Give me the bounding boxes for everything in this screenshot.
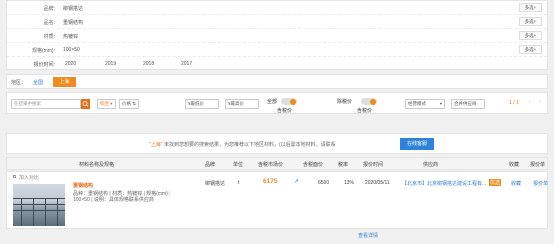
filter-row-spec: 规格(mm): 100×50 多选+ <box>7 43 547 57</box>
col-tax: 税率 <box>338 162 349 168</box>
price-cell: 6175 <box>263 178 278 185</box>
notice-text: "上海" 未找到您想要的搜索结果，为您推荐以下地区材料，(以后需本地材料，请联系 <box>149 141 336 148</box>
filter-label: 规格(mm): <box>31 48 55 54</box>
tax-toggle[interactable] <box>281 98 297 105</box>
prev-page-button[interactable]: ‹ <box>529 99 531 105</box>
toggle-knob <box>290 98 296 105</box>
filter-label: 材质: <box>43 34 55 40</box>
col-quote: 报价单 <box>530 162 546 168</box>
chevron-down-icon: ▾ <box>439 101 442 106</box>
product-name-link[interactable]: 重钢结构 <box>73 182 93 189</box>
mode-select[interactable]: 经营模式 ▾ <box>405 99 445 109</box>
page-indicator: 1 / 1 <box>509 100 519 106</box>
next-page-button[interactable]: › <box>539 99 541 105</box>
excl-tax-label: 除税价 <box>337 99 353 105</box>
sort-arrow-icon: ▾ <box>110 101 113 106</box>
toggle-label: 含税价 <box>277 108 293 114</box>
table-header: 材料名称及规格 品牌 单位 含税市场价 含税面价 税率 报价时间 供应商 收藏 … <box>6 157 548 170</box>
view-more-link[interactable]: 查看详情 <box>358 232 378 239</box>
sort-comprehensive[interactable]: 综合 ▾ <box>97 99 116 109</box>
product-desc: 100×50 | 说明：具体规格联系供应商 <box>73 197 154 203</box>
toggle-label: 含税价 <box>357 108 373 114</box>
unit-cell: t <box>238 180 240 186</box>
notice-city: "上海" <box>149 142 163 148</box>
col-unit: 单位 <box>233 162 244 168</box>
supplier-link[interactable]: 【北京市】北京柳钢搭达建设工程有... <box>402 180 486 187</box>
filter-value[interactable]: 100×50 <box>63 47 80 53</box>
search-toolbar: 在结果中搜索 综合 ▾ 价格 ⇅ ¥最低价 ¥最高价 全部 含税价 除税价 含税… <box>6 92 548 114</box>
multi-select-button[interactable]: 多选+ <box>519 17 542 26</box>
region-all-link[interactable]: 全国 <box>33 79 43 86</box>
filter-row-product: 品名: 重钢结构 多选+ <box>7 15 547 29</box>
col-fav: 收藏 <box>509 162 520 168</box>
notice-bar: "上海" 未找到您想要的搜索结果，为您推荐以下地区材料，(以后需本地材料，请联系… <box>6 133 548 154</box>
year-option[interactable]: 2017 <box>181 61 192 67</box>
filter-row-years: 报价时间: 2020 2019 2018 2017 <box>7 57 547 71</box>
search-input[interactable]: 在结果中搜索 <box>11 99 81 109</box>
filter-value[interactable]: 热镀锌 <box>63 33 78 40</box>
quote-link[interactable]: 报价单 <box>533 180 548 187</box>
face-price-cell: 6500 <box>318 180 330 186</box>
table-row: 加入对比 重钢结构 品种：重钢结构 | 材质：热镀锌 | 规格(mm)： 100… <box>6 171 548 229</box>
multi-select-button[interactable]: 多选+ <box>519 31 542 40</box>
compare-label: 加入对比 <box>19 175 40 181</box>
online-service-button[interactable]: 在线客服 <box>400 138 434 150</box>
filter-value[interactable]: 柳钢搭达 <box>63 5 83 12</box>
product-image[interactable] <box>13 184 65 226</box>
date-cell: 2020/05/11 <box>365 180 390 186</box>
year-option[interactable]: 2018 <box>143 61 154 67</box>
price-min-input[interactable]: ¥最低价 <box>185 99 219 109</box>
col-brand: 品牌 <box>205 162 216 168</box>
filter-row-material: 材质: 热镀锌 多选+ <box>7 29 547 43</box>
multi-select-button[interactable]: 多选+ <box>519 45 542 54</box>
col-date: 报价时间 <box>363 162 384 168</box>
region-bar: 地区： 全国 上海 <box>6 74 548 89</box>
trend-chart-icon[interactable]: ↗ <box>294 178 299 185</box>
col-price: 含税市场价 <box>258 162 284 168</box>
brand-cell: 柳钢搭达 <box>205 181 226 187</box>
region-selected-tag[interactable]: 上海 <box>53 77 76 87</box>
toggle-knob <box>370 98 376 105</box>
compare-checkbox[interactable] <box>13 175 16 178</box>
notice-message: 未找到您想要的搜索结果，为您推荐以下地区材料，(以后需本地材料，请联系 <box>163 142 336 148</box>
tax-toggle-2[interactable] <box>361 98 377 105</box>
search-button[interactable] <box>81 99 90 109</box>
year-option[interactable]: 2020 <box>65 61 76 67</box>
col-name: 材料名称及规格 <box>79 162 115 168</box>
search-icon <box>82 101 89 107</box>
preferred-badge: 优选 <box>489 179 502 186</box>
col-face-price: 含税面价 <box>303 162 324 168</box>
region-label: 地区： <box>11 80 27 86</box>
favorite-link[interactable]: 收藏 <box>511 180 521 187</box>
filter-label: 报价时间: <box>33 62 55 68</box>
filter-value[interactable]: 重钢结构 <box>63 19 83 26</box>
filter-label: 品牌: <box>43 6 55 12</box>
price-max-input[interactable]: ¥最高价 <box>225 99 259 109</box>
multi-select-button[interactable]: 多选+ <box>519 3 542 12</box>
all-label: 全部 <box>267 99 278 105</box>
sort-arrow-icon: ⇅ <box>132 101 137 106</box>
merge-supplier-button[interactable]: 合并供应商 <box>451 99 485 109</box>
filter-panel: 品牌: 柳钢搭达 多选+ 品名: 重钢结构 多选+ 材质: 热镀锌 多选+ 规格… <box>6 0 548 70</box>
filter-row-brand: 品牌: 柳钢搭达 多选+ <box>7 1 547 15</box>
mode-label: 经营模式 <box>408 101 426 106</box>
col-supplier: 供应商 <box>423 162 439 168</box>
year-option[interactable]: 2019 <box>105 61 116 67</box>
sort-label: 价格 <box>122 101 131 106</box>
sort-price[interactable]: 价格 ⇅ <box>119 99 140 109</box>
filter-label: 品名: <box>43 20 55 26</box>
tax-cell: 13% <box>344 180 355 186</box>
sort-label: 综合 <box>100 101 109 106</box>
